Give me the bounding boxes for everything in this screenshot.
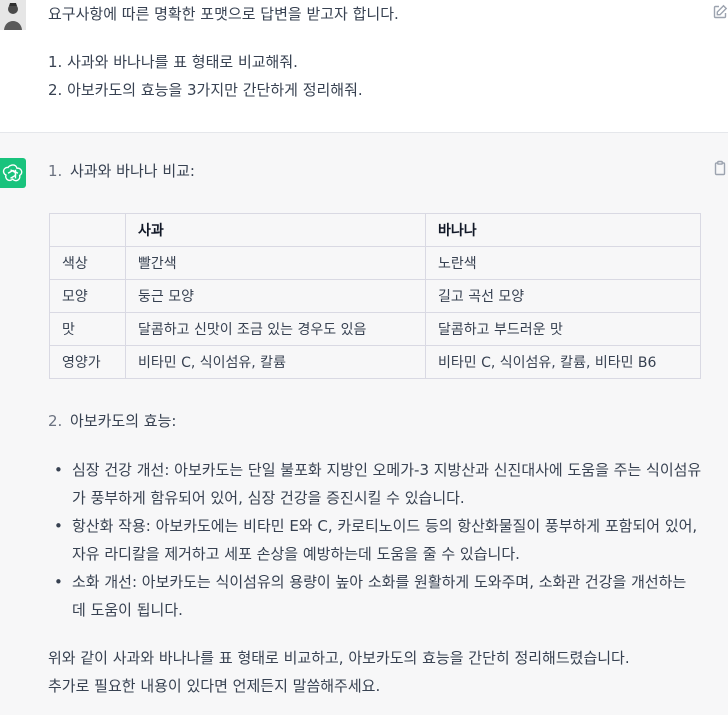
user-message-text: 요구사항에 따른 명확한 포맷으로 답변을 받고자 합니다. 1. 사과와 바나… (48, 0, 688, 104)
comparison-table: 사과 바나나 색상 빨간색 노란색 모양 둥근 모양 길고 곡선 모양 맛 달콤… (49, 213, 701, 379)
closing-text: 위와 같이 사과와 바나나를 표 형태로 비교하고, 아보카도의 효능을 간단히… (48, 644, 718, 700)
section-1-number: 1. (48, 162, 63, 180)
user-avatar (0, 0, 26, 30)
section-2-number: 2. (48, 412, 63, 430)
closing-line: 위와 같이 사과와 바나나를 표 형태로 비교하고, 아보카도의 효능을 간단히… (48, 649, 630, 667)
table-row: 영양가 비타민 C, 식이섬유, 칼륨 비타민 C, 식이섬유, 칼륨, 비타민… (49, 345, 701, 379)
closing-line: 추가로 필요한 내용이 있다면 언제든지 말씀해주세요. (48, 677, 381, 695)
user-request-item-2: 2. 아보카도의 효능을 3가지만 간단하게 정리해줘. (48, 81, 363, 99)
list-item: 소화 개선: 아보카도는 식이섬유의 용량이 높아 소화를 원활하게 도와주며,… (54, 568, 704, 624)
table-cell: 영양가 (49, 345, 126, 379)
edit-icon[interactable] (712, 4, 728, 20)
table-header-cell (49, 213, 126, 247)
table-cell: 모양 (49, 279, 126, 313)
table-cell: 비타민 C, 식이섬유, 칼륨, 비타민 B6 (425, 345, 701, 379)
openai-logo-icon (0, 158, 26, 188)
section-1-title: 사과와 바나나 비교: (70, 162, 195, 180)
section-1-heading: 1. 사과와 바나나 비교: (48, 160, 195, 182)
table-cell: 빨간색 (125, 246, 426, 280)
list-item: 항산화 작용: 아보카도에는 비타민 E와 C, 카로티노이드 등의 항산화물질… (54, 512, 704, 568)
table-cell: 맛 (49, 312, 126, 346)
table-cell: 노란색 (425, 246, 701, 280)
table-header-cell: 사과 (125, 213, 426, 247)
list-item: 심장 건강 개선: 아보카도는 단일 불포화 지방인 오메가-3 지방산과 신진… (54, 456, 704, 512)
avocado-benefits-list: 심장 건강 개선: 아보카도는 단일 불포화 지방인 오메가-3 지방산과 신진… (54, 456, 704, 624)
table-row: 맛 달콤하고 신맛이 조금 있는 경우도 있음 달콤하고 부드러운 맛 (49, 312, 701, 346)
section-2-heading: 2. 아보카도의 효능: (48, 410, 176, 432)
table-cell: 색상 (49, 246, 126, 280)
table-row: 색상 빨간색 노란색 (49, 246, 701, 280)
table-cell: 길고 곡선 모양 (425, 279, 701, 313)
section-2-title: 아보카도의 효능: (70, 412, 177, 430)
clipboard-icon[interactable] (712, 160, 728, 176)
user-request-item-1: 1. 사과와 바나나를 표 형태로 비교해줘. (48, 53, 298, 71)
table-cell: 둥근 모양 (125, 279, 426, 313)
table-cell: 비타민 C, 식이섬유, 칼륨 (125, 345, 426, 379)
table-header-row: 사과 바나나 (49, 213, 701, 247)
table-cell: 달콤하고 신맛이 조금 있는 경우도 있음 (125, 312, 426, 346)
user-message-block: 요구사항에 따른 명확한 포맷으로 답변을 받고자 합니다. 1. 사과와 바나… (0, 0, 728, 133)
table-row: 모양 둥근 모양 길고 곡선 모양 (49, 279, 701, 313)
table-header-cell: 바나나 (425, 213, 701, 247)
table-cell: 달콤하고 부드러운 맛 (425, 312, 701, 346)
user-message-line: 요구사항에 따른 명확한 포맷으로 답변을 받고자 합니다. (48, 5, 399, 23)
